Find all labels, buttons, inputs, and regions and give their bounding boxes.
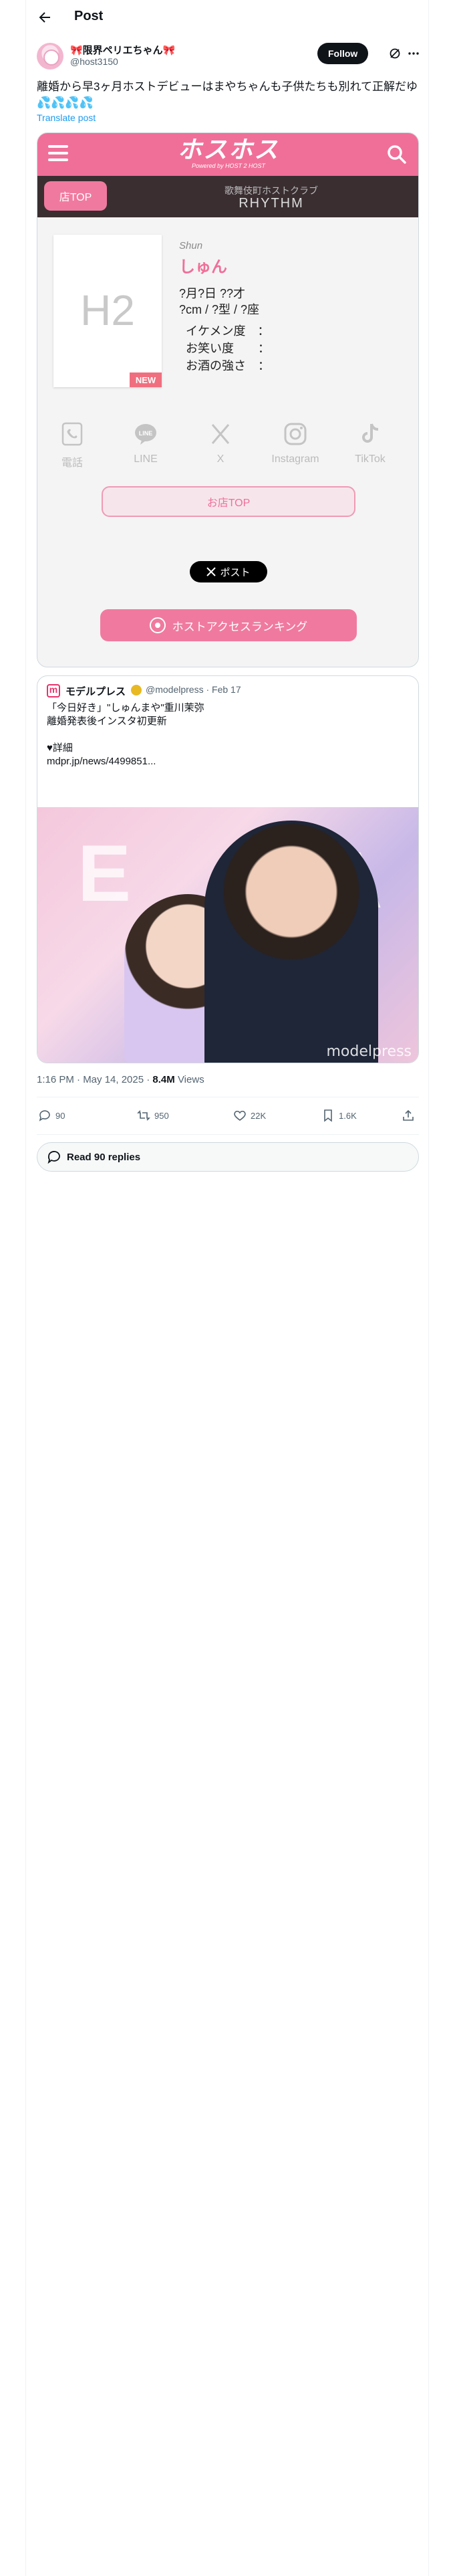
share-icon [403, 1109, 414, 1121]
follow-button[interactable]: Follow [317, 43, 369, 64]
repost-button[interactable]: 950 [137, 1109, 169, 1122]
stat-humor: お笑い度 ： [186, 342, 270, 355]
back-arrow-icon[interactable] [37, 9, 53, 25]
background-letter: E [78, 829, 132, 918]
svg-text:LINE: LINE [139, 430, 153, 437]
post-time[interactable]: 1:16 PM · May 14, 2025 · [37, 1074, 152, 1085]
quoted-line: ♥詳細 [47, 742, 73, 754]
site-logo-subtitle: Powered by HOST 2 HOST [191, 163, 266, 169]
height-blood-sign: ?cm / ?型 / ?座 [179, 303, 260, 316]
quoted-handle-date: @modelpress · Feb 17 [146, 684, 241, 695]
host-ranking-button: ホストアクセスランキング [100, 609, 357, 641]
quoted-line: 離婚発表後インスタ初更新 [47, 716, 167, 727]
x-icon [211, 424, 230, 444]
x-logo-icon [206, 567, 216, 576]
social-label: 電話 [61, 457, 83, 469]
stat-looks: イケメン度 ： [186, 324, 270, 338]
shop-top-link-button: お店TOP [102, 486, 355, 517]
social-label: TikTok [355, 453, 386, 465]
author-avatar[interactable] [37, 43, 63, 70]
ranking-label: ホストアクセスランキング [172, 620, 308, 633]
action-bar: 90 950 22K 1.6K [37, 1101, 419, 1133]
new-badge: NEW [130, 372, 162, 387]
read-replies-label: Read 90 replies [67, 1151, 141, 1163]
quoted-photo[interactable]: E A modelpress [37, 807, 418, 1063]
share-button[interactable] [402, 1109, 415, 1122]
social-tiktok: TikTok [339, 421, 401, 465]
views-label: Views [174, 1074, 204, 1085]
divider [37, 1134, 419, 1135]
bookmark-count: 1.6K [339, 1110, 357, 1121]
read-replies-button[interactable]: Read 90 replies [37, 1142, 419, 1172]
placeholder-logo: H2 [80, 286, 135, 334]
social-line: LINE LINE [115, 421, 176, 465]
reply-button[interactable]: 90 [38, 1109, 65, 1122]
club-name: RHYTHM [239, 196, 304, 211]
heart-icon [234, 1110, 246, 1121]
post-column: Post 🎀限界ペリエちゃん🎀 @host3150 Follow 離婚から早3ヶ… [25, 0, 429, 2576]
stat-drinking: お酒の強さ ： [186, 359, 270, 372]
views-count: 8.4M [152, 1074, 175, 1085]
replies-bubble-icon [47, 1151, 60, 1164]
ranking-icon [149, 617, 166, 633]
quoted-line: 「今日好き」"しゅんまや"重川茉弥 [47, 702, 204, 714]
author-handle[interactable]: @host3150 [70, 56, 118, 67]
quoted-link[interactable]: mdpr.jp/news/4499851... [47, 755, 408, 768]
x-post-share-button: ポスト [190, 561, 267, 582]
post-text: 離婚から早3ヶ月ホストデビューはまやちゃんも子供たちも別れて正解だゆ💦💦💦💦 [37, 80, 418, 109]
reply-icon [39, 1110, 50, 1121]
social-label: LINE [134, 453, 158, 465]
search-icon [388, 145, 406, 164]
birthday-age: ?月?日 ??才 [179, 287, 246, 300]
site-logo: ホスホス [177, 136, 279, 163]
x-post-label: ポスト [220, 566, 251, 578]
social-phone: 電話 [41, 421, 103, 469]
social-label: Instagram [271, 453, 319, 465]
translate-post-link[interactable]: Translate post [37, 112, 96, 123]
host-name-japanese: しゅん [179, 258, 227, 276]
shop-bar: 店TOP 歌舞伎町ホストクラブ RHYTHM [37, 176, 418, 217]
top-bar: Post [26, 0, 430, 35]
social-x: X [190, 421, 251, 465]
quoted-avatar [47, 684, 60, 697]
more-options-icon[interactable] [407, 47, 420, 60]
grok-icon[interactable] [388, 47, 402, 60]
bookmark-icon [324, 1109, 332, 1122]
line-icon: LINE [135, 424, 156, 445]
shop-top-tag: 店TOP [44, 181, 107, 211]
photo-watermark: modelpress [326, 1043, 412, 1060]
profile-photo-placeholder: H2 NEW [53, 235, 162, 387]
page-title: Post [74, 9, 104, 23]
repost-icon [137, 1110, 150, 1121]
social-label: X [216, 453, 224, 465]
like-count: 22K [251, 1110, 267, 1121]
social-instagram: Instagram [265, 421, 326, 465]
post-timestamp: 1:16 PM · May 14, 2025 · 8.4M Views [37, 1074, 204, 1085]
club-area: 歌舞伎町ホストクラブ [224, 185, 318, 196]
like-button[interactable]: 22K [233, 1109, 266, 1122]
quoted-text: 「今日好き」"しゅんまや"重川茉弥 離婚発表後インスタ初更新 ♥詳細 mdpr.… [47, 702, 408, 768]
reply-count: 90 [55, 1110, 65, 1121]
host-name-english: Shun [179, 240, 203, 251]
verified-badge-icon [131, 685, 142, 695]
tiktok-icon [362, 423, 379, 443]
quoted-post[interactable]: モデルプレス @modelpress · Feb 17 「今日好き」"しゅんまや… [37, 675, 419, 1063]
person-man [204, 821, 378, 1063]
author-name[interactable]: 🎀限界ペリエちゃん🎀 [70, 43, 175, 57]
repost-count: 950 [154, 1110, 169, 1121]
site-header: ホスホス Powered by HOST 2 HOST [37, 133, 418, 176]
instagram-icon [284, 423, 307, 445]
post-image-site-screenshot[interactable]: ホスホス Powered by HOST 2 HOST 店TOP 歌舞伎町ホスト… [37, 132, 419, 667]
quoted-line [47, 728, 408, 742]
phone-icon [61, 422, 83, 446]
bookmark-button[interactable]: 1.6K [321, 1109, 357, 1122]
quoted-author-name: モデルプレス [65, 686, 126, 697]
